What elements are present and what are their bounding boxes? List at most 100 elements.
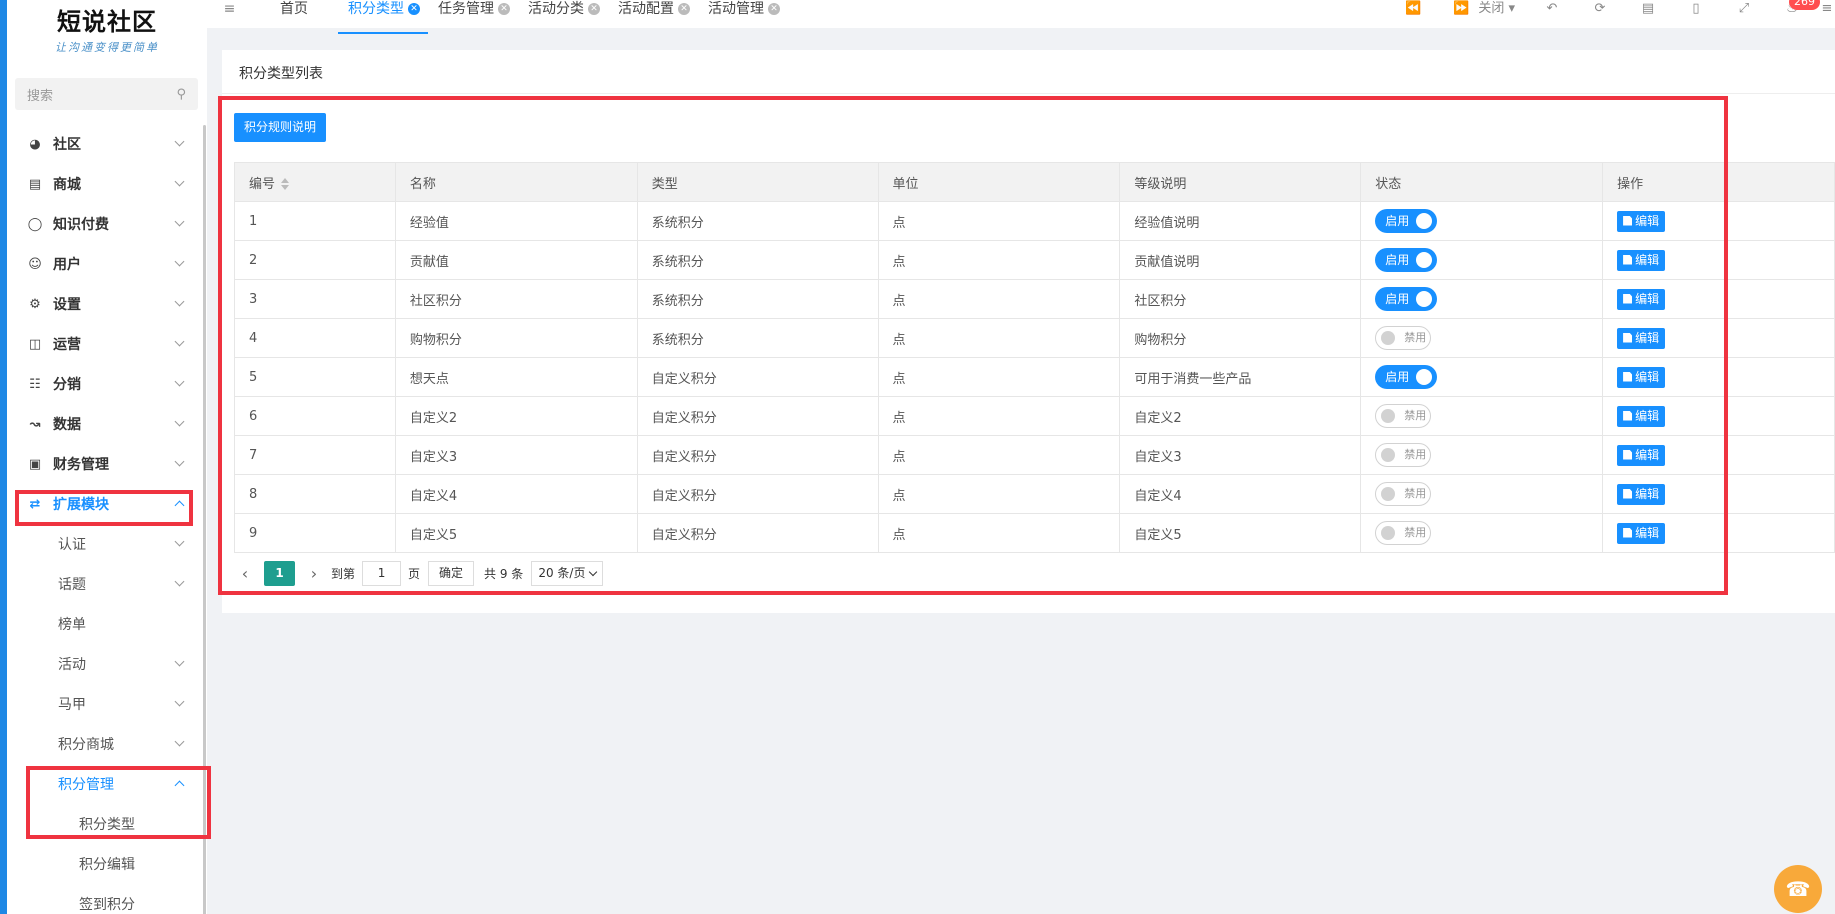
goto-confirm-button[interactable]: 确定 (428, 560, 475, 586)
cell-type: 系统积分 (636, 279, 879, 319)
mobile-icon[interactable]: ▯ (1683, 0, 1709, 18)
tab-points-type[interactable]: 积分类型 ✕ (338, 0, 428, 34)
table-row: 4 购物积分 系统积分点购物积分 禁用 编辑 (234, 318, 1835, 358)
sidebar-search[interactable]: 搜索 ⚲ (15, 78, 198, 110)
close-icon[interactable]: ✕ (768, 3, 780, 15)
header-label: 等级说明 (1134, 176, 1187, 192)
close-icon[interactable]: ✕ (678, 3, 690, 15)
status-toggle[interactable]: 禁用 (1375, 521, 1432, 545)
col-header-type: 类型 (636, 162, 879, 202)
sidebar-sub2-checkin-points[interactable]: 签到积分 (7, 884, 207, 914)
cell-status: 启用 (1360, 201, 1604, 241)
edit-button[interactable]: 编辑 (1617, 327, 1666, 349)
edit-button[interactable]: 编辑 (1617, 288, 1666, 310)
close-icon[interactable]: ✕ (408, 3, 420, 15)
tab-event-management[interactable]: 活动管理 ✕ (708, 0, 780, 28)
edit-button[interactable]: 编辑 (1617, 366, 1666, 388)
page-number-current[interactable]: 1 (264, 560, 295, 586)
sidebar-item-community[interactable]: ◕ 社区 (7, 124, 207, 164)
status-toggle[interactable]: 启用 (1375, 287, 1438, 311)
page-size-select[interactable]: 20 条/页 (531, 560, 604, 586)
tab-task-management[interactable]: 任务管理 ✕ (438, 0, 510, 28)
status-toggle[interactable]: 启用 (1375, 209, 1438, 233)
tab-home[interactable]: 首页 (280, 0, 308, 28)
notification-bell[interactable]: ♨269 (1779, 0, 1820, 18)
search-icon[interactable]: ⚲ (176, 87, 186, 102)
more-menu-icon[interactable]: ≡ (1819, 0, 1835, 18)
clear-cache-icon[interactable]: ▤ (1635, 0, 1661, 18)
logo-subtitle: 让沟通变得更简单 (55, 41, 159, 54)
sidebar-sub-auth[interactable]: 认证 (7, 524, 207, 564)
sidebar-sub-points-management[interactable]: 积分管理 (7, 764, 207, 804)
status-toggle[interactable]: 禁用 (1375, 443, 1432, 467)
edit-button[interactable]: 编辑 (1617, 249, 1666, 271)
status-toggle[interactable]: 启用 (1375, 365, 1438, 389)
sidebar-sub-events[interactable]: 活动 (7, 644, 207, 684)
header-label: 单位 (892, 176, 919, 192)
card-divider (222, 93, 1835, 94)
edit-button[interactable]: 编辑 (1617, 444, 1666, 466)
left-edge-strip (0, 0, 7, 914)
close-icon[interactable]: ✕ (498, 3, 510, 15)
sidebar-item-store[interactable]: ▤ 商城 (7, 164, 207, 204)
sidebar-item-data[interactable]: ↝ 数据 (7, 404, 207, 444)
tab-event-category[interactable]: 活动分类 ✕ (528, 0, 600, 28)
edit-button[interactable]: 编辑 (1617, 210, 1666, 232)
col-header-status: 状态 (1360, 162, 1604, 202)
sidebar-item-finance[interactable]: ▣ 财务管理 (7, 444, 207, 484)
table-row: 8 自定义4 自定义积分点自定义4 禁用 编辑 (234, 474, 1835, 514)
refresh-icon[interactable]: ⟳ (1587, 0, 1613, 18)
monitor-icon: ◫ (28, 336, 42, 352)
sort-icon[interactable] (281, 178, 290, 190)
sidebar-sub2-points-edit[interactable]: 积分编辑 (7, 844, 207, 884)
edit-button[interactable]: 编辑 (1617, 522, 1666, 544)
status-toggle[interactable]: 启用 (1375, 248, 1438, 272)
tab-event-config[interactable]: 活动配置 ✕ (618, 0, 690, 28)
customer-service-icon[interactable]: ☎ (1774, 865, 1822, 913)
sidebar-sub-topics[interactable]: 话题 (7, 564, 207, 604)
cell-desc: 社区积分 (1119, 279, 1362, 319)
tab-label: 首页 (280, 1, 308, 17)
logo[interactable]: 短说社区 让沟通变得更简单 (7, 0, 207, 60)
col-header-unit: 单位 (877, 162, 1121, 202)
sidebar-item-users[interactable]: ☺ 用户 (7, 244, 207, 284)
sidebar-item-settings[interactable]: ⚙ 设置 (7, 284, 207, 324)
col-header-id[interactable]: 编号 (234, 162, 396, 202)
goto-page-input[interactable]: 1 (362, 560, 402, 586)
fold-menu-icon[interactable]: ≡ (207, 0, 252, 18)
sidebar-item-label: 用户 (53, 257, 81, 273)
edit-label: 编辑 (1635, 408, 1660, 423)
points-rule-button[interactable]: 积分规则说明 (234, 113, 327, 142)
prev-page-icon[interactable]: ‹ (234, 564, 256, 583)
sidebar-sub-points-mall[interactable]: 积分商城 (7, 724, 207, 764)
sidebar-item-distribution[interactable]: ☷ 分销 (7, 364, 207, 404)
sidebar-item-knowledge[interactable]: ◯ 知识付费 (7, 204, 207, 244)
close-tabs-dropdown[interactable]: 关闭 ▾ (1478, 0, 1515, 18)
goto-label: 到第 (331, 566, 356, 581)
edit-button[interactable]: 编辑 (1617, 405, 1666, 427)
back-icon[interactable]: ↶ (1539, 0, 1565, 18)
scroll-left-icon[interactable]: ⏪ (1400, 0, 1426, 18)
scroll-right-icon[interactable]: ⏩ (1448, 0, 1474, 18)
fullscreen-icon[interactable]: ⤢ (1731, 0, 1757, 18)
cell-unit: 点 (877, 279, 1121, 319)
edit-label: 编辑 (1635, 252, 1660, 267)
status-toggle[interactable]: 禁用 (1375, 326, 1432, 350)
notification-badge: 269 (1789, 0, 1820, 10)
sidebar-sub-rankings[interactable]: 榜单 (7, 604, 207, 644)
sidebar-sub-vest[interactable]: 马甲 (7, 684, 207, 724)
sidebar-scrollbar[interactable] (203, 125, 206, 914)
sidebar-sub2-points-type[interactable]: 积分类型 (7, 804, 207, 844)
cell-actions: 编辑 (1602, 318, 1835, 358)
edit-button[interactable]: 编辑 (1617, 483, 1666, 505)
next-page-icon[interactable]: › (303, 564, 325, 583)
status-toggle[interactable]: 禁用 (1375, 404, 1432, 428)
edit-icon (1623, 410, 1633, 421)
close-icon[interactable]: ✕ (588, 3, 600, 15)
sidebar-item-label: 数据 (53, 417, 81, 433)
sidebar-item-extensions[interactable]: ⇄ 扩展模块 (7, 484, 207, 524)
sidebar-item-operations[interactable]: ◫ 运营 (7, 324, 207, 364)
col-header-actions: 操作 (1602, 162, 1835, 202)
status-toggle[interactable]: 禁用 (1375, 482, 1432, 506)
cell-desc: 购物积分 (1119, 318, 1362, 358)
